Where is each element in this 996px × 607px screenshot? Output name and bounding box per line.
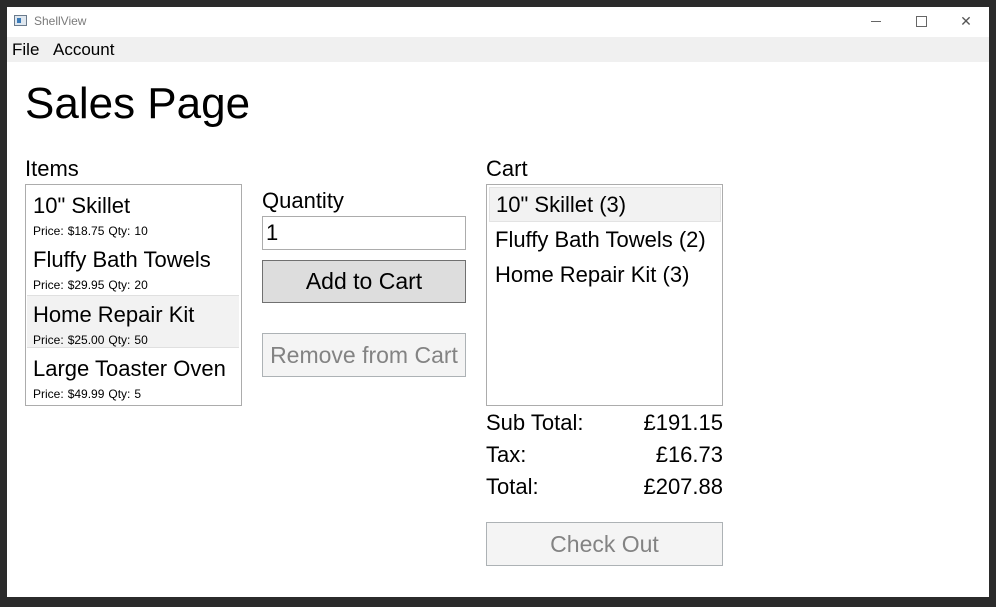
item-row[interactable]: Fluffy Bath Towels Price: $29.95 Qty: 20	[27, 241, 239, 294]
item-price-label: Price:	[33, 333, 64, 347]
app-window: ShellView ✕ File Account Sales Page Item…	[7, 7, 989, 597]
item-qty: 10	[134, 224, 148, 238]
add-to-cart-button[interactable]: Add to Cart	[262, 260, 466, 303]
item-name: Fluffy Bath Towels	[33, 247, 211, 272]
window-title: ShellView	[34, 14, 87, 28]
item-qty-label: Qty:	[108, 333, 131, 347]
quantity-label: Quantity	[262, 188, 344, 213]
item-price: $49.99	[67, 387, 105, 401]
item-qty: 50	[134, 333, 148, 347]
item-row[interactable]: Large Toaster Oven Price: $49.99 Qty: 5	[27, 350, 239, 403]
page-title: Sales Page	[25, 79, 251, 128]
close-icon: ✕	[960, 14, 972, 30]
cart-row[interactable]: Fluffy Bath Towels (2)	[489, 223, 721, 258]
item-meta: Price: $49.99 Qty: 5	[33, 387, 145, 401]
item-qty-label: Qty:	[108, 224, 131, 238]
quantity-input[interactable]	[262, 216, 466, 250]
item-meta: Price: $18.75 Qty: 10	[33, 224, 152, 238]
cart-item: Home Repair Kit (3)	[495, 262, 690, 287]
cart-row-selected[interactable]: 10" Skillet (3)	[489, 187, 721, 222]
cart-row[interactable]: Home Repair Kit (3)	[489, 258, 721, 293]
item-row[interactable]: 10" Skillet Price: $18.75 Qty: 10	[27, 187, 239, 240]
app-icon	[14, 15, 27, 26]
total-label: Total:	[486, 474, 539, 499]
item-price-label: Price:	[33, 278, 64, 292]
item-qty: 5	[134, 387, 142, 401]
menu-bar: File Account	[7, 37, 989, 62]
items-label: Items	[25, 156, 79, 181]
minimize-button[interactable]	[853, 7, 899, 37]
maximize-button[interactable]	[898, 7, 944, 37]
item-price-label: Price:	[33, 387, 64, 401]
items-listbox[interactable]: 10" Skillet Price: $18.75 Qty: 10 Fluffy Ba…	[25, 184, 242, 406]
item-meta: Price: $25.00 Qty: 50	[33, 333, 152, 347]
item-price: $18.75	[67, 224, 105, 238]
subtotal-label: Sub Total:	[486, 410, 584, 435]
tax-label: Tax:	[486, 442, 527, 467]
total-value: £207.88	[643, 474, 723, 499]
item-name: Home Repair Kit	[33, 302, 195, 327]
cart-listbox[interactable]: 10" Skillet (3) Fluffy Bath Towels (2) H…	[486, 184, 723, 406]
item-price: $29.95	[67, 278, 105, 292]
remove-from-cart-button[interactable]: Remove from Cart	[262, 333, 466, 377]
maximize-icon	[916, 16, 927, 27]
cart-item: Fluffy Bath Towels (2)	[495, 227, 706, 252]
close-button[interactable]: ✕	[943, 7, 989, 37]
item-qty-label: Qty:	[108, 387, 131, 401]
tax-value: £16.73	[655, 442, 723, 467]
item-price: $25.00	[67, 333, 105, 347]
cart-label: Cart	[486, 156, 528, 181]
menu-account[interactable]: Account	[53, 40, 114, 60]
cart-item: 10" Skillet (3)	[496, 192, 627, 217]
subtotal-value: £191.15	[643, 410, 723, 435]
item-qty-label: Qty:	[108, 278, 131, 292]
item-row-selected[interactable]: Home Repair Kit Price: $25.00 Qty: 50	[27, 295, 239, 348]
minimize-icon	[871, 21, 881, 22]
item-name: Large Toaster Oven	[33, 356, 226, 381]
menu-file[interactable]: File	[12, 40, 39, 60]
title-bar[interactable]: ShellView ✕	[7, 7, 989, 37]
item-qty: 20	[134, 278, 148, 292]
check-out-button[interactable]: Check Out	[486, 522, 723, 566]
item-meta: Price: $29.95 Qty: 20	[33, 278, 152, 292]
item-price-label: Price:	[33, 224, 64, 238]
item-name: 10" Skillet	[33, 193, 131, 218]
